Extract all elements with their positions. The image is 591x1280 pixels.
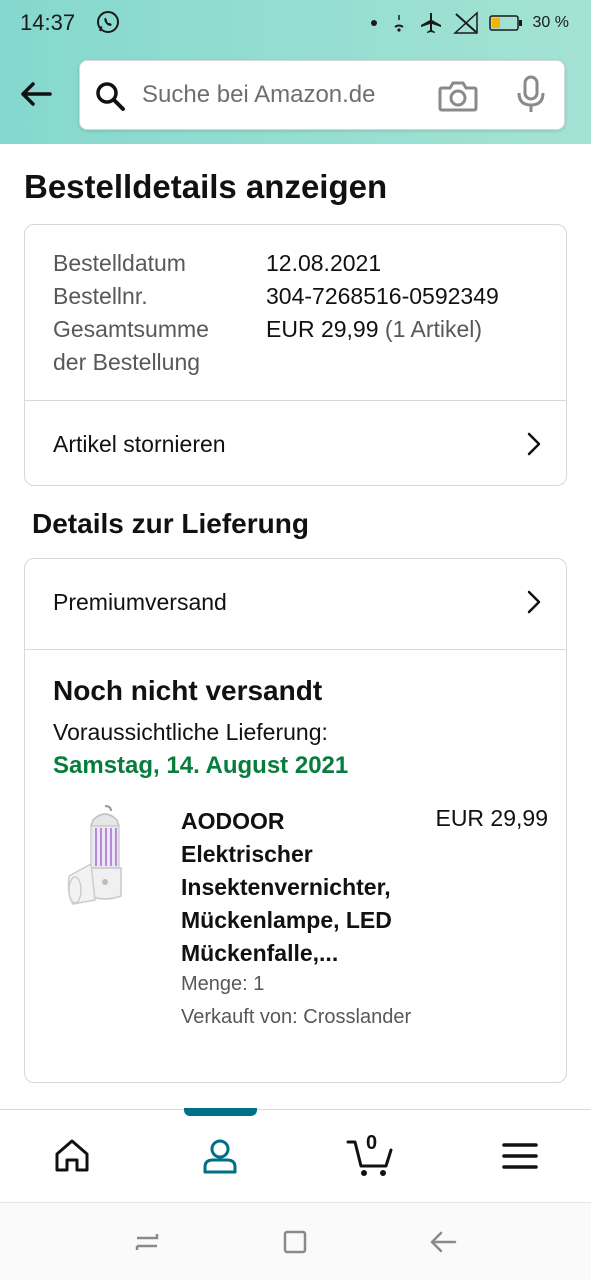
eta-label: Voraussichtliche Lieferung:	[53, 719, 328, 745]
order-number-value: 304-7268516-0592349	[266, 283, 499, 309]
product-image[interactable]	[65, 804, 145, 909]
camera-icon[interactable]	[438, 78, 478, 114]
product-seller: Verkauft von: Crosslander	[181, 1006, 412, 1028]
order-summary-card: Bestelldatum 12.08.2021 Bestellnr. 304-7…	[24, 224, 567, 486]
cancel-items-row[interactable]: Artikel stornieren	[25, 401, 566, 487]
status-time: 14:37	[20, 10, 76, 35]
order-total-items: (1 Artikel)	[384, 316, 483, 342]
dot-icon	[370, 20, 377, 26]
bottom-navigation: 0	[0, 1108, 591, 1201]
shipping-method-row[interactable]: Premiumversand	[25, 559, 566, 645]
status-bar: 14:37 30 %	[0, 0, 591, 46]
top-bar: 14:37 30 %	[0, 0, 591, 144]
order-date-label: Bestelldatum	[53, 250, 186, 276]
battery-icon	[488, 15, 522, 31]
status-icons: 30 %	[369, 10, 569, 36]
order-date-value: 12.08.2021	[266, 250, 382, 276]
order-total-label-line1: Gesamtsumme	[53, 316, 209, 342]
home-icon[interactable]	[52, 1136, 92, 1176]
wifi-icon	[393, 15, 404, 32]
page-title: Bestelldetails anzeigen	[24, 168, 388, 205]
divider	[25, 649, 566, 650]
cart-count: 0	[366, 1132, 378, 1154]
menu-icon[interactable]	[500, 1136, 540, 1176]
order-total-amount: EUR 29,99	[266, 316, 379, 342]
microphone-icon[interactable]	[516, 75, 546, 115]
eta-date: Samstag, 14. August 2021	[53, 752, 349, 779]
delivery-card: Premiumversand Noch nicht versandt Vorau…	[24, 558, 567, 1083]
search-box[interactable]	[79, 60, 565, 130]
battery-percentage: 30 %	[532, 14, 569, 31]
product-title[interactable]: AODOOR Elektrischer Insektenvernichter, …	[181, 805, 421, 970]
airplane-icon	[420, 13, 441, 33]
search-input[interactable]	[142, 75, 422, 115]
order-total-label-line2: der Bestellung	[53, 349, 201, 375]
active-tab-indicator	[184, 1108, 257, 1116]
order-total-value: EUR 29,99 (1 Artikel)	[266, 313, 482, 379]
back-arrow-icon[interactable]	[18, 76, 54, 112]
product-quantity: Menge: 1	[181, 973, 265, 995]
system-navigation-bar	[0, 1202, 591, 1280]
delivery-section-title: Details zur Lieferung	[32, 508, 309, 539]
product-price: EUR 29,99	[435, 805, 548, 831]
account-icon[interactable]	[200, 1136, 240, 1176]
chevron-right-icon	[527, 432, 541, 456]
shipment-status: Noch nicht versandt	[53, 675, 323, 706]
order-total-label: Gesamtsumme der Bestellung	[53, 313, 266, 379]
no-signal-icon	[452, 11, 478, 34]
shipping-method-label: Premiumversand	[53, 588, 227, 615]
cancel-items-label: Artikel stornieren	[53, 430, 226, 457]
order-info: Bestelldatum 12.08.2021 Bestellnr. 304-7…	[53, 247, 499, 379]
order-number-label: Bestellnr.	[53, 283, 148, 309]
recent-apps-icon[interactable]	[132, 1227, 162, 1257]
chevron-right-icon	[527, 590, 541, 614]
search-icon	[96, 82, 125, 111]
whatsapp-icon	[97, 11, 119, 33]
search-row	[0, 60, 591, 132]
back-button-icon[interactable]	[428, 1227, 458, 1257]
home-button-icon[interactable]	[280, 1227, 310, 1257]
cart-button[interactable]: 0	[346, 1132, 394, 1178]
